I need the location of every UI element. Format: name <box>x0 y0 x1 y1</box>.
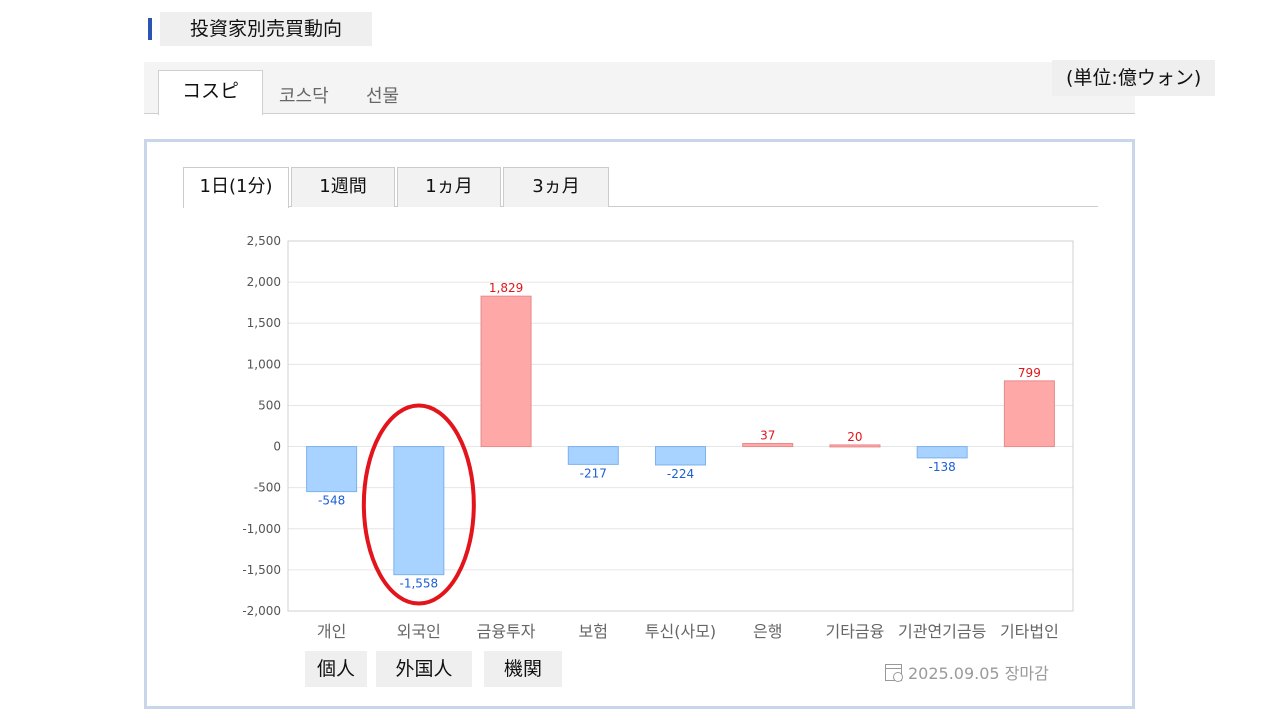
data-label: -1,558 <box>399 577 438 591</box>
label-institution: 機関 <box>484 651 562 687</box>
unit-label: (単位:億ウォン) <box>1052 60 1216 96</box>
data-label: 799 <box>1018 366 1041 380</box>
footer-date-text: 2025.09.05 장마감 <box>908 664 1049 683</box>
bar <box>655 446 706 466</box>
y-tick-label: -1,500 <box>242 563 281 577</box>
market-tab-bar: コスピ 코스닥 선물 <box>144 62 1135 115</box>
x-tick-label: 보험 <box>579 622 608 641</box>
bar <box>480 295 532 448</box>
y-tick-label: -500 <box>254 481 281 495</box>
tab-kospi[interactable]: コスピ <box>158 70 263 115</box>
y-tick-label: 1,000 <box>247 357 281 371</box>
section-header: 投資家別売買動向 <box>148 12 373 46</box>
x-tick-label: 개인 <box>317 622 346 641</box>
tab-futures[interactable]: 선물 <box>366 82 399 108</box>
y-tick-label: -1,000 <box>242 522 281 536</box>
bar <box>916 446 968 459</box>
data-label: 20 <box>847 430 862 444</box>
bar <box>1003 380 1055 448</box>
data-label: -217 <box>580 466 607 480</box>
x-tick-label: 외국인 <box>397 622 441 641</box>
data-label: -138 <box>929 460 956 474</box>
footer-date: 2025.09.05 장마감 <box>885 660 1049 684</box>
x-tick-label: 은행 <box>753 622 782 641</box>
x-tick-label: 투신(사모) <box>645 622 716 641</box>
bar <box>567 446 619 465</box>
calendar-icon <box>885 663 903 682</box>
y-tick-label: 0 <box>273 440 281 454</box>
x-tick-label: 기관연기금등 <box>898 622 986 641</box>
label-individual: 個人 <box>305 651 367 687</box>
bar <box>742 443 794 448</box>
bar <box>829 444 881 448</box>
y-tick-label: 2,000 <box>247 275 281 289</box>
tab-kosdaq[interactable]: 코스닥 <box>279 82 329 108</box>
bar <box>393 446 445 576</box>
chart-panel: 1日(1分) 1週間 1ヵ月 3ヵ月 2,500 2,000 1,500 1,000 5… <box>144 139 1135 709</box>
data-label: -548 <box>318 494 345 508</box>
x-tick-label: 금융투자 <box>477 622 536 641</box>
data-label: 1,829 <box>489 281 523 295</box>
y-tick-label: 1,500 <box>247 316 281 330</box>
label-foreigner: 外国人 <box>376 651 472 687</box>
y-tick-label: -2,000 <box>242 604 281 618</box>
bar <box>306 446 358 493</box>
title-accent-bar <box>148 18 152 40</box>
y-tick-label: 500 <box>258 398 281 412</box>
data-label: -224 <box>667 467 694 481</box>
page-title: 投資家別売買動向 <box>160 12 373 46</box>
x-tick-label: 기타법인 <box>1000 622 1059 641</box>
x-tick-label: 기타금융 <box>825 622 884 641</box>
y-tick-label: 2,500 <box>247 234 281 248</box>
investor-bar-chart: 2,500 2,000 1,500 1,000 500 0 -500 -1,000 -1,500… <box>242 234 1074 641</box>
data-label: 37 <box>760 429 775 443</box>
